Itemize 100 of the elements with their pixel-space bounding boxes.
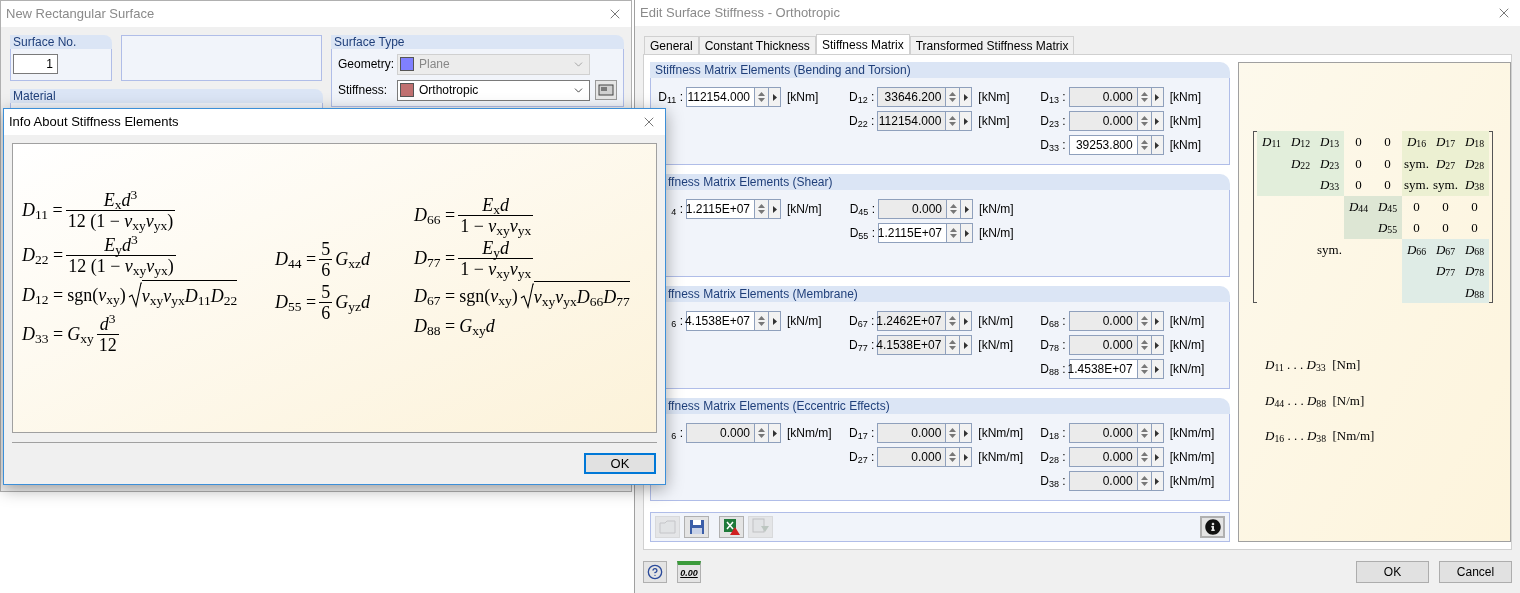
number-field[interactable]: 1.2115E+07 [686,199,754,219]
number-field[interactable]: 112154.000 [686,87,754,107]
unit-label: [kNm] [1169,113,1201,130]
spin-arrows-icon [949,451,957,463]
matrix-entry: 0 [1412,219,1421,237]
arrow-button[interactable] [959,311,973,331]
dropdown[interactable]: Orthotropic [397,79,590,101]
spin-button[interactable] [945,423,960,443]
triangle-icon [964,229,969,237]
spin-button[interactable] [946,223,960,243]
arrow-button[interactable] [960,223,973,243]
unit-label: [kNm] [787,89,819,106]
arrow-button[interactable] [768,423,781,443]
edit-button[interactable] [595,80,617,100]
field-label: D$_{38}$ : [1040,473,1066,490]
number-field[interactable]: 39253.800 [1068,135,1137,155]
matrix-entry: 0 [1441,219,1450,237]
field-label: $_{4}$ : [671,201,683,218]
save-icon [688,519,705,535]
matrix-entry: D$_{33}$ [1315,174,1344,196]
number-field[interactable]: 1.4538E+07 [1068,359,1137,379]
number-field[interactable]: 4.1538E+07 [686,311,754,331]
spin-button[interactable] [945,311,960,331]
field-label: D$_{77}$ : [848,337,875,354]
unit-label: [kNm] [978,89,1010,106]
matrix-entry: D$_{23}$ [1315,152,1344,174]
field-label: D$_{33}$ : [1040,137,1066,154]
help-icon [647,564,663,580]
matrix-entry: D$_{28}$ [1460,152,1489,174]
field-label: D$_{13}$ : [1040,89,1066,106]
matrix-entry: D$_{18}$ [1460,131,1489,153]
spin-button[interactable] [945,447,960,467]
triangle-icon [1155,365,1160,373]
spin-button[interactable] [754,311,768,331]
spin-button[interactable] [754,199,768,219]
arrow-button[interactable] [959,87,973,107]
radical-sign [519,283,534,309]
toolbar-button[interactable] [684,516,709,538]
toolbar-button[interactable] [1200,516,1225,538]
unit-label: [kNm] [1169,89,1201,106]
arrow-button[interactable] [768,199,781,219]
spin-button[interactable] [945,335,960,355]
arrow-button[interactable] [959,111,973,131]
matrix-entry: sym. [1402,174,1431,196]
spreadsheet-warning-icon [722,518,741,536]
arrow-button[interactable] [959,447,973,467]
matrix-entry: D$_{78}$ [1460,260,1489,282]
spin-button[interactable] [945,87,960,107]
matrix-entry: D$_{68}$ [1460,238,1489,260]
info-icon [1204,519,1221,535]
ok-button[interactable]: OK [584,453,656,474]
dialog-button[interactable]: OK [1356,561,1429,583]
help-button[interactable] [643,561,667,583]
unit-label: [kNm/m] [787,425,832,442]
triangle-icon [772,205,777,213]
matrix-entry: 0 [1383,154,1392,173]
matrix-entry: D$_{11}$ [1257,131,1286,153]
arrow-button[interactable] [959,423,973,443]
matrix-entry: D$_{88}$ [1460,281,1489,303]
unit-label: [kN/m] [979,225,1014,242]
spin-arrows-icon [1140,91,1148,103]
unit-label: [kN/m] [787,201,822,218]
number-field[interactable]: 1 [13,54,58,74]
spin-button[interactable] [945,111,960,131]
triangle-icon [963,429,968,437]
tab[interactable]: Stiffness Matrix [815,34,910,54]
tab[interactable]: General [644,36,699,54]
arrow-button[interactable] [768,87,781,107]
unit-label: [kN/m] [1169,313,1205,330]
triangle-icon [964,205,969,213]
spin-arrows-icon [1140,363,1148,375]
spin-button[interactable] [946,199,960,219]
decimals-button[interactable]: 0.00 [677,561,701,583]
tab[interactable]: Constant Thickness [698,36,816,54]
field-label: Stiffness: [338,82,389,99]
spin-arrows-icon [950,203,957,215]
arrow-button[interactable] [768,311,781,331]
spin-arrows-icon [1140,475,1148,487]
arrow-button[interactable] [959,335,973,355]
number-field[interactable]: 1.2115E+07 [878,223,946,243]
field-label: D$_{23}$ : [1040,113,1066,130]
spin-button[interactable] [754,87,768,107]
spin-arrows-icon [1140,427,1148,439]
unit-label: [kNm] [1169,137,1201,154]
arrow-button[interactable] [960,199,973,219]
spin-button[interactable] [754,423,768,443]
field-label: D$_{22}$ : [848,113,875,130]
triangle-icon [1155,317,1160,325]
field-label: D$_{17}$ : [848,425,875,442]
field-label: D$_{45}$ : [849,201,875,218]
unit-note: D$_{16}$ . . . D$_{38}$ [Nm/m] [1265,427,1376,446]
triangle-icon [963,117,968,125]
triangle-icon [1155,429,1160,437]
triangle-icon [963,93,968,101]
group-title: Material [10,89,323,103]
unit-label: [kNm/m] [978,425,1023,442]
dialog-button[interactable]: Cancel [1439,561,1512,583]
tab[interactable]: Transformed Stiffness Matrix [909,36,1075,54]
unit-label: [kNm/m] [1169,473,1215,490]
unit-label: [kNm/m] [978,449,1023,466]
